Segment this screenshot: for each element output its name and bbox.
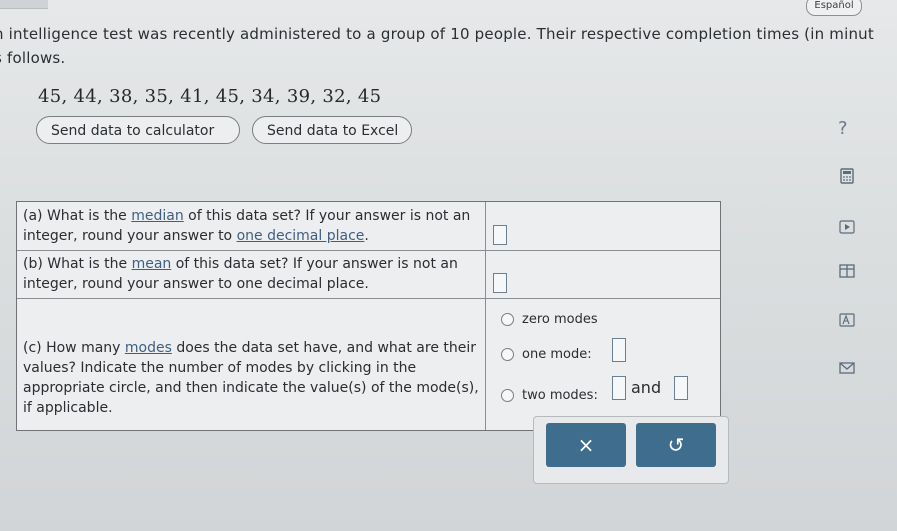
two-modes-label: two modes: [522, 388, 598, 403]
part-b-row: (b) What is the mean of this data set? I… [17, 250, 720, 299]
part-a-text-end: . [364, 228, 369, 244]
table-icon[interactable] [838, 263, 856, 279]
decimal-place-link[interactable]: one decimal place [237, 228, 365, 244]
and-label: and [631, 378, 662, 397]
play-icon[interactable] [838, 219, 856, 235]
send-to-excel-button[interactable]: Send data to Excel [252, 116, 412, 144]
data-values: 45, 44, 38, 35, 41, 45, 34, 39, 32, 45 [38, 86, 382, 107]
one-mode-label: one mode: [522, 347, 592, 362]
two-modes-option[interactable]: two modes: [501, 388, 598, 403]
median-answer-box[interactable] [493, 225, 507, 245]
question-text: n intelligence test was recently adminis… [0, 22, 897, 70]
two-modes-second-box[interactable] [674, 376, 688, 400]
calculator-icon[interactable] [838, 168, 856, 184]
two-modes-first-box[interactable] [612, 376, 626, 400]
part-a-question: (a) What is the median of this data set?… [23, 206, 485, 246]
one-mode-option[interactable]: one mode: [501, 347, 592, 362]
mean-answer-box[interactable] [493, 273, 507, 293]
zero-modes-label: zero modes [522, 312, 598, 327]
action-bar: × ↺ [533, 416, 729, 484]
part-b-text: (b) What is the [23, 256, 132, 272]
zero-modes-radio[interactable] [501, 313, 514, 326]
undo-button[interactable]: ↺ [636, 423, 716, 467]
part-c-text: (c) How many [23, 340, 125, 356]
modes-link[interactable]: modes [125, 340, 172, 356]
zero-modes-option[interactable]: zero modes [501, 312, 598, 327]
mean-link[interactable]: mean [132, 256, 172, 272]
send-to-calculator-button[interactable]: Send data to calculator [36, 116, 240, 144]
language-toggle[interactable]: Español [806, 0, 862, 16]
screen: Español n intelligence test was recently… [0, 0, 897, 531]
median-link[interactable]: median [131, 208, 183, 224]
answer-panel: (a) What is the median of this data set?… [16, 201, 721, 431]
clear-button[interactable]: × [546, 423, 626, 467]
one-mode-radio[interactable] [501, 348, 514, 361]
one-mode-value-box[interactable] [612, 338, 626, 362]
part-c-question: (c) How many modes does the data set hav… [23, 338, 485, 418]
help-icon[interactable]: ? [838, 118, 848, 139]
two-modes-radio[interactable] [501, 389, 514, 402]
font-icon[interactable] [838, 312, 856, 328]
part-b-question: (b) What is the mean of this data set? I… [23, 254, 485, 294]
part-a-row: (a) What is the median of this data set?… [17, 202, 720, 251]
question-line-2: s follows. [0, 49, 66, 67]
part-a-text: (a) What is the [23, 208, 132, 224]
question-line-1: n intelligence test was recently adminis… [0, 25, 874, 43]
mail-icon[interactable] [838, 360, 856, 376]
top-tab[interactable] [0, 0, 48, 9]
